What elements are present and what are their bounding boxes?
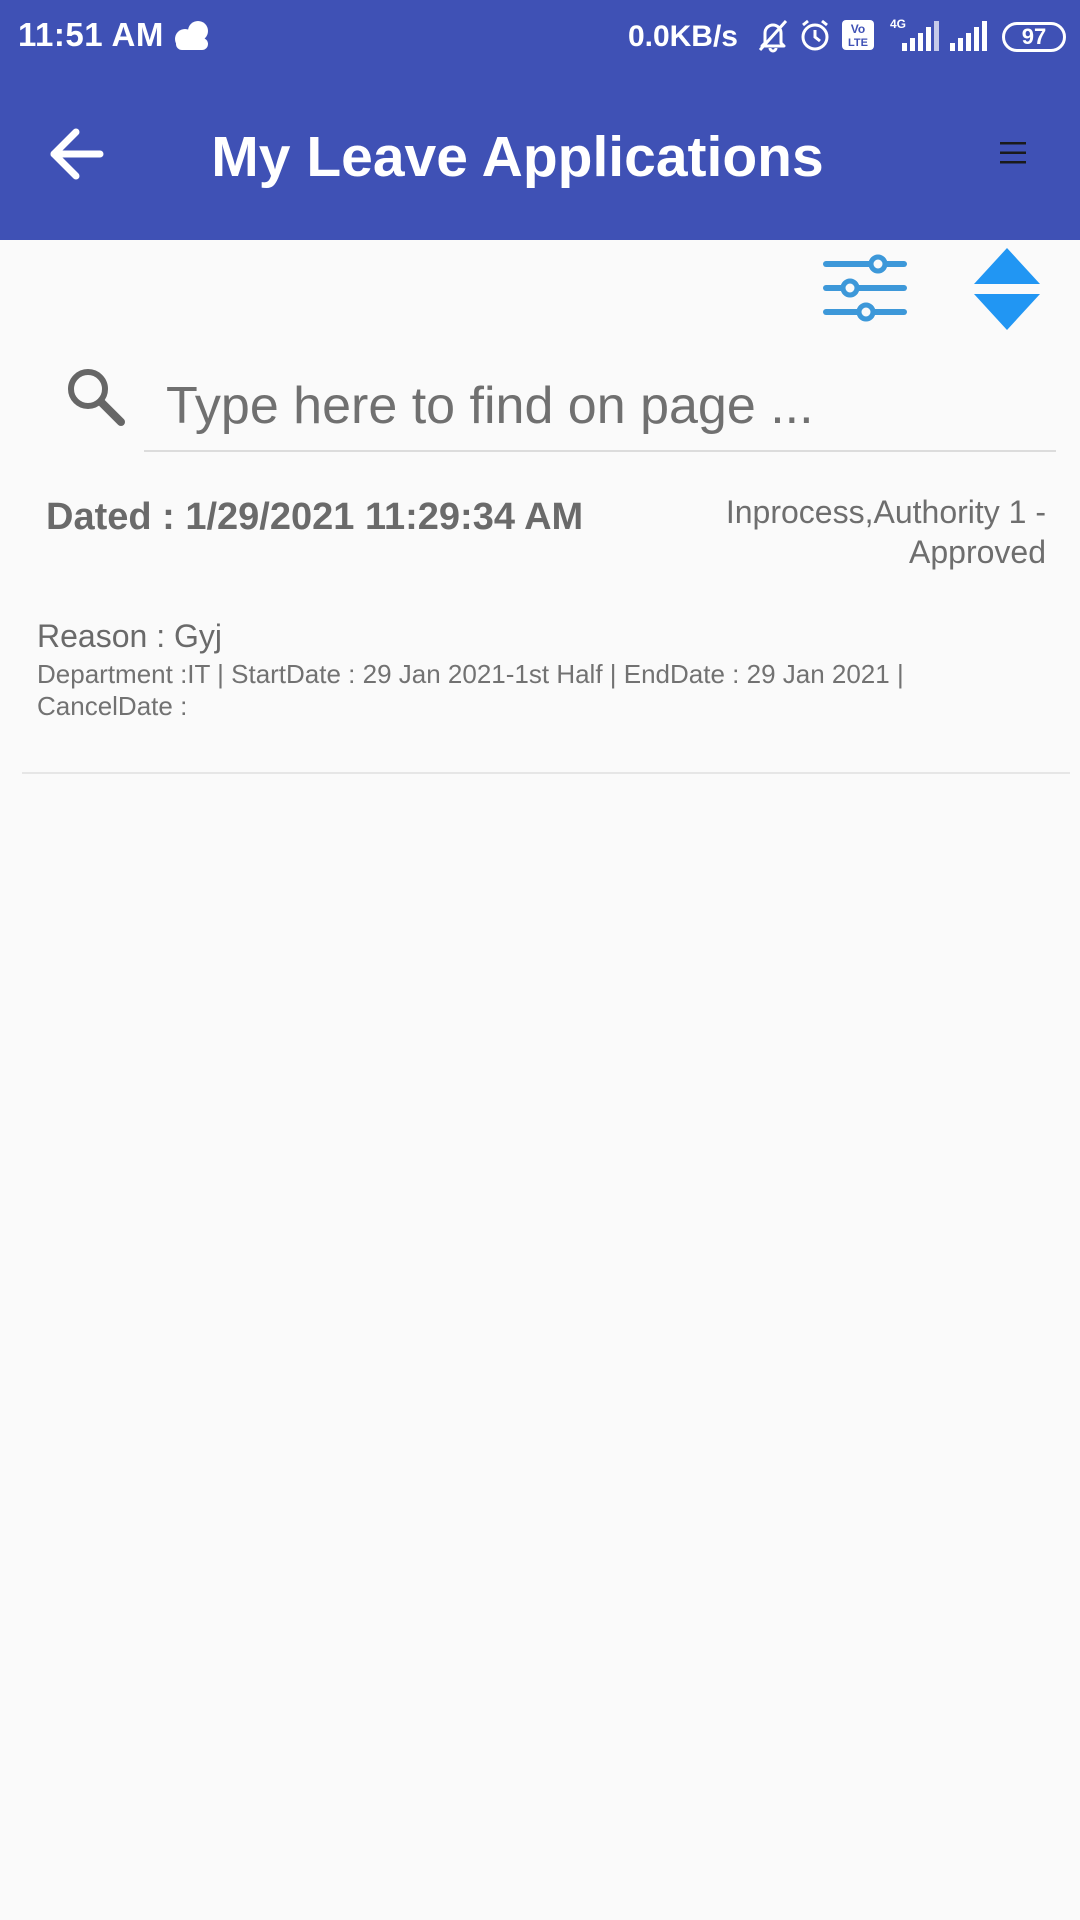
status-icons: 0.0KB/s Vo LTE 4G 97 bbox=[628, 16, 1066, 58]
sort-button[interactable] bbox=[972, 246, 1042, 332]
signal-icon bbox=[940, 17, 992, 58]
status-time: 11:51 AM bbox=[18, 16, 164, 53]
application-date: Dated : 1/29/2021 11:29:34 AM bbox=[46, 496, 584, 538]
page-title: My Leave Applications bbox=[211, 125, 824, 189]
volte-icon: Vo LTE bbox=[832, 18, 876, 57]
cloud-icon bbox=[170, 18, 214, 59]
search-icon bbox=[64, 365, 126, 427]
menu-button[interactable] bbox=[998, 138, 1028, 168]
battery-level: 97 bbox=[1021, 24, 1047, 49]
application-reason: Reason : Gyj bbox=[37, 618, 222, 654]
bell-off-icon bbox=[748, 17, 790, 58]
status-bar: 11:51 AM 0.0KB/s Vo LTE 4G 97 bbox=[0, 0, 1080, 74]
hamburger-menu-icon bbox=[1000, 142, 1026, 164]
app-bar: 11:51 AM 0.0KB/s Vo LTE 4G 97 My Leave A… bbox=[0, 0, 1080, 240]
toolbar: My Leave Applications bbox=[0, 74, 1080, 240]
svg-text:LTE: LTE bbox=[848, 37, 868, 49]
network-speed: 0.0KB/s bbox=[627, 20, 738, 53]
svg-text:Vo: Vo bbox=[851, 22, 865, 36]
application-status: Inprocess,Authority 1 - Approved bbox=[725, 494, 1046, 570]
sliders-icon bbox=[823, 254, 907, 322]
alarm-icon bbox=[790, 17, 832, 58]
application-details: Department :IT | StartDate : 29 Jan 2021… bbox=[37, 659, 904, 721]
filter-button[interactable] bbox=[820, 250, 910, 330]
leave-application-item[interactable]: Dated : 1/29/2021 11:29:34 AM Inprocess,… bbox=[22, 470, 1070, 774]
svg-text:4G: 4G bbox=[890, 17, 906, 31]
signal-4g-icon: 4G bbox=[876, 17, 940, 58]
search-input[interactable] bbox=[144, 362, 1056, 452]
battery-icon: 97 bbox=[1002, 22, 1066, 52]
sort-up-down-icon bbox=[974, 248, 1040, 330]
